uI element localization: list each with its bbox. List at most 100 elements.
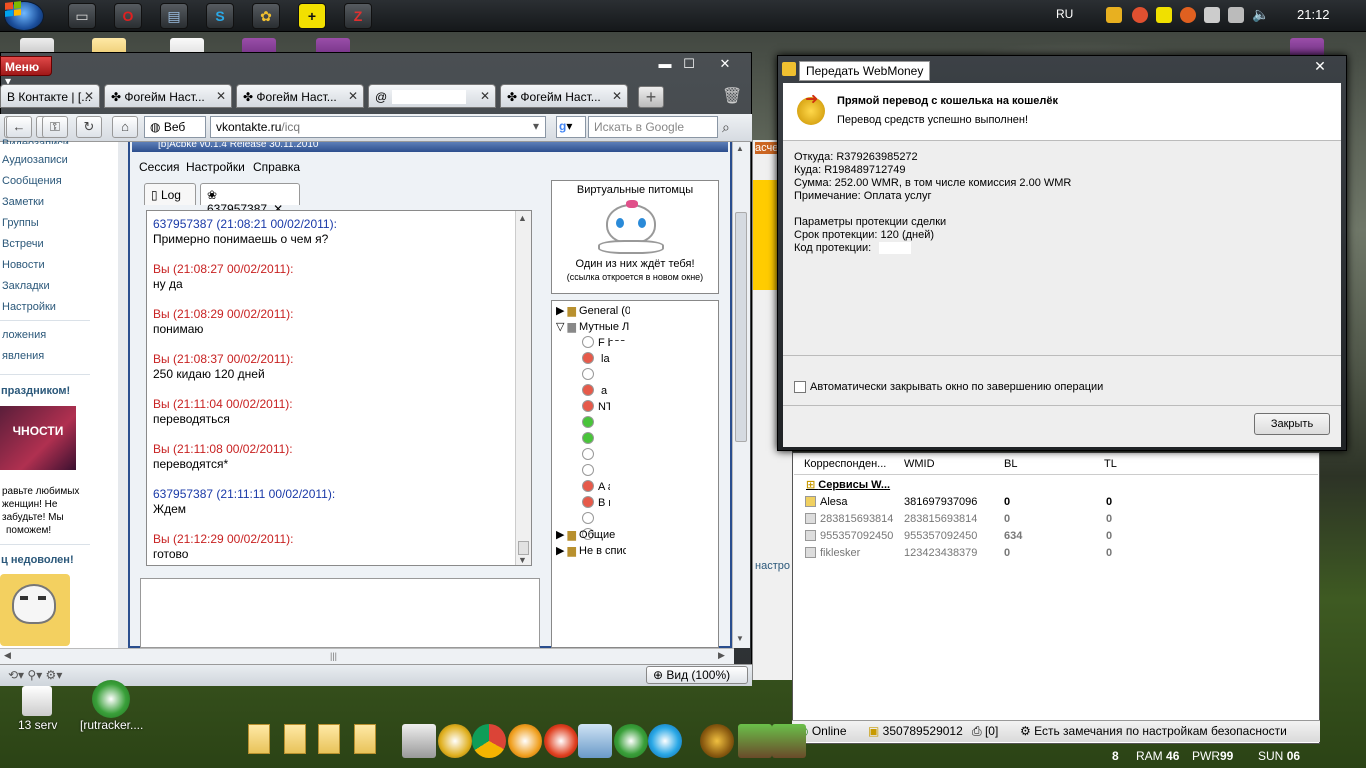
vk-nav-events[interactable]: Встречи (2, 238, 44, 250)
tab-log[interactable]: ▯ Log (144, 183, 196, 205)
folder-icon[interactable] (22, 686, 52, 716)
home-button[interactable]: ⌂ (112, 116, 138, 138)
horizontal-scrollbar[interactable]: ◀ ||| ▶ (0, 648, 734, 664)
auto-close-checkbox[interactable] (794, 381, 806, 393)
vk-nav-notes[interactable]: Заметки (2, 196, 44, 208)
language-indicator[interactable]: RU (1056, 7, 1073, 21)
group-common[interactable]: ▶ ▆ Общие (556, 528, 615, 541)
chat-scrollbar[interactable]: ▲ ▼ (515, 211, 531, 565)
vk-nav-cut[interactable]: Видеозаписи (2, 138, 69, 144)
group-services[interactable]: ⊞ Сервисы W... (806, 478, 890, 491)
vk-promo-image[interactable]: ЧНОСТИ (0, 406, 76, 470)
expand-arrow-icon[interactable]: ▶ (556, 529, 568, 541)
reload-button[interactable]: ↻ (76, 116, 102, 138)
scroll-left-arrow-icon[interactable]: ◀ (4, 650, 11, 661)
search-icon[interactable]: ⌕ (722, 119, 730, 136)
explorer-quicklaunch-icon[interactable]: ▭ (68, 3, 96, 29)
new-tab-button[interactable]: + (638, 86, 664, 108)
skype-quicklaunch-icon[interactable]: S (206, 3, 234, 29)
scroll-down-arrow-icon[interactable]: ▼ (518, 555, 527, 565)
vk-nav-bookmarks[interactable]: Закладки (2, 280, 50, 292)
wmid-status[interactable]: ▣ 350789529012 (868, 724, 963, 738)
opera-quicklaunch-icon[interactable]: O (114, 3, 142, 29)
scroll-down-arrow-icon[interactable]: ▼ (736, 634, 744, 643)
icq-quicklaunch-icon[interactable]: ✿ (252, 3, 280, 29)
vk-nav-ads[interactable]: явления (2, 350, 44, 362)
security-warning[interactable]: ⚙ Есть замечания по настройкам безопасно… (1020, 724, 1287, 738)
status-controls-icon[interactable]: ⟲▾ ⚲▾ ⚙▾ (8, 668, 62, 682)
close-button[interactable]: Закрыть (1254, 413, 1330, 435)
google-search-engine-icon[interactable]: g▾ (556, 116, 586, 138)
table-cell-name[interactable]: 283815693814 (820, 513, 893, 525)
table-cell-name[interactable]: Alesa (820, 496, 848, 508)
tray-update-icon[interactable] (1180, 7, 1196, 23)
vk-promo-title[interactable]: праздником! (1, 385, 70, 397)
scroll-right-arrow-icon[interactable]: ▶ (718, 650, 725, 661)
close-tab-icon[interactable]: ✕ (84, 89, 94, 103)
vk-nav-news[interactable]: Новости (2, 259, 45, 271)
table-cell-name[interactable]: 955357092450 (820, 530, 893, 542)
opera-menu-button[interactable]: Меню ▾ (0, 56, 52, 88)
contact-item[interactable]: a (582, 384, 607, 397)
table-cell-name[interactable]: fiklesker (820, 547, 860, 559)
plus-app-quicklaunch-icon[interactable]: + (298, 3, 326, 29)
tab-fogame-1[interactable]: ✤ Фогейм Наст... ✕ (104, 84, 232, 108)
folder-icon[interactable] (284, 724, 306, 754)
vk-nav-messages[interactable]: Сообщения (2, 175, 62, 187)
chrome-icon[interactable] (472, 724, 506, 758)
collapse-arrow-icon[interactable]: ▽ (556, 321, 568, 333)
vk-nav-apps[interactable]: ложения (2, 329, 46, 341)
zona-quicklaunch-icon[interactable]: Z (344, 3, 372, 29)
contact-item[interactable] (582, 512, 598, 525)
dialog-close-button[interactable]: ✕ (1300, 58, 1340, 78)
bird-icon[interactable] (578, 724, 612, 758)
close-window-button[interactable]: ✕ (708, 56, 742, 74)
app-quicklaunch-icon[interactable]: ▤ (160, 3, 188, 29)
page-scrollbar[interactable]: ▲ ▼ (732, 142, 750, 648)
contact-item[interactable] (582, 432, 598, 445)
close-tab-icon[interactable]: ✕ (480, 89, 490, 103)
tab-fogame-3[interactable]: ✤ Фогейм Наст... ✕ (500, 84, 628, 108)
column-header-wmid[interactable]: WMID (904, 458, 935, 470)
skype-icon[interactable] (648, 724, 682, 758)
tray-clipboard-icon[interactable] (1204, 7, 1220, 23)
group-general[interactable]: ▶ ▆ General (0 (556, 304, 631, 317)
tray-monitor-icon[interactable] (1228, 7, 1244, 23)
contact-item[interactable] (582, 448, 598, 461)
flash-icon[interactable] (544, 724, 578, 758)
zoom-button[interactable]: ⊕ Вид (100%) (646, 666, 748, 684)
contact-item[interactable] (582, 464, 598, 477)
contact-item[interactable]: NT (582, 400, 613, 413)
cat-icon[interactable] (552, 196, 718, 258)
maximize-button[interactable]: ☐ (672, 56, 706, 74)
desktop-icon-label[interactable]: [rutracker.... (80, 718, 143, 732)
column-header-correspondent[interactable]: Корреспонден... (804, 458, 886, 470)
chevron-down-icon[interactable]: ▾ (533, 119, 539, 133)
minecraft-icon[interactable] (738, 724, 772, 758)
menu-settings[interactable]: Настройки (186, 160, 245, 174)
virtual-pets-panel[interactable]: Виртуальные питомцы Один из них ждёт теб… (551, 180, 719, 294)
column-header-tl[interactable]: TL (1104, 458, 1117, 470)
trash-icon[interactable]: 🗑 (722, 86, 742, 108)
tab-fogame-2[interactable]: ✤ Фогейм Наст... ✕ (236, 84, 364, 108)
expand-arrow-icon[interactable]: ▶ (556, 305, 568, 317)
warcraft-icon[interactable] (700, 724, 734, 758)
monitor-icon[interactable] (402, 724, 436, 758)
column-header-bl[interactable]: BL (1004, 458, 1017, 470)
folder-icon[interactable] (354, 724, 376, 754)
menu-help[interactable]: Справка (253, 160, 300, 174)
vk-nav-audio[interactable]: Аудиозаписи (2, 154, 68, 166)
close-tab-icon[interactable]: ✕ (348, 89, 358, 103)
folder-icon[interactable] (318, 724, 340, 754)
vk-cat-avatar[interactable] (0, 574, 70, 646)
tab-chat-637957387[interactable]: ❀ 637957387 ✕ (200, 183, 300, 216)
key-button[interactable]: ⚿ (42, 116, 68, 138)
tray-webmoney-icon[interactable] (1106, 7, 1122, 23)
message-input[interactable] (140, 578, 540, 648)
scroll-up-arrow-icon[interactable]: ▲ (518, 213, 527, 223)
volume-icon[interactable]: 🔈 (1252, 6, 1269, 23)
desktop-icon-label[interactable]: 13 serv (18, 718, 57, 732)
vk-app2-title[interactable]: ц недоволен! (1, 554, 74, 566)
address-field[interactable]: vkontakte.ru/icq ▾ (210, 116, 546, 138)
vk-nav-settings[interactable]: Настройки (2, 301, 56, 313)
